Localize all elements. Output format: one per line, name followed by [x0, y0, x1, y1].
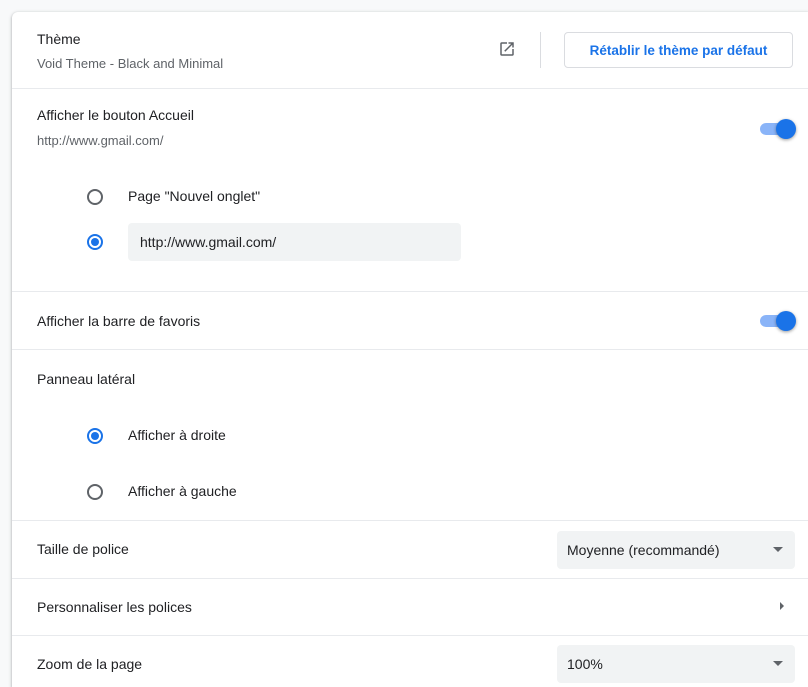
page-zoom-selected: 100%: [567, 656, 603, 672]
chevron-right-icon[interactable]: [780, 602, 784, 610]
font-size-label: Taille de police: [37, 541, 129, 557]
separator: [12, 578, 808, 579]
bookmarks-bar-label: Afficher la barre de favoris: [37, 313, 201, 329]
bookmarks-bar-toggle[interactable]: [756, 311, 796, 331]
home-button-toggle[interactable]: [756, 119, 796, 139]
radio-new-tab-page-label: Page "Nouvel onglet": [128, 188, 261, 204]
separator: [12, 349, 808, 350]
separator: [12, 88, 808, 89]
font-size-selected: Moyenne (recommandé): [567, 542, 720, 558]
radio-new-tab-page[interactable]: [87, 189, 103, 205]
home-button-label: Afficher le bouton Accueil: [37, 107, 194, 123]
separator: [12, 520, 808, 521]
page-zoom-select[interactable]: 100%: [557, 645, 795, 683]
radio-show-right-label: Afficher à droite: [128, 427, 226, 443]
toggle-knob: [776, 311, 796, 331]
vertical-divider: [540, 32, 541, 68]
radio-show-right[interactable]: [87, 428, 103, 444]
radio-show-left-label: Afficher à gauche: [128, 483, 237, 499]
side-panel-label: Panneau latéral: [37, 371, 136, 387]
reset-theme-button[interactable]: Rétablir le thème par défaut: [564, 32, 793, 68]
theme-value: Void Theme - Black and Minimal: [37, 56, 224, 71]
radio-custom-url[interactable]: [87, 234, 103, 250]
customize-fonts-label[interactable]: Personnaliser les polices: [37, 599, 192, 615]
separator: [12, 291, 808, 292]
appearance-settings-card: Thème Void Theme - Black and Minimal Rét…: [12, 12, 808, 687]
toggle-knob: [776, 119, 796, 139]
open-in-new-icon[interactable]: [498, 40, 516, 58]
page-zoom-label: Zoom de la page: [37, 656, 143, 672]
theme-label: Thème: [37, 31, 81, 47]
radio-show-left[interactable]: [87, 484, 103, 500]
home-url-input[interactable]: http://www.gmail.com/: [128, 223, 461, 261]
home-button-url: http://www.gmail.com/: [37, 133, 164, 148]
font-size-select[interactable]: Moyenne (recommandé): [557, 531, 795, 569]
separator: [12, 635, 808, 636]
dropdown-arrow-icon: [773, 661, 783, 666]
dropdown-arrow-icon: [773, 547, 783, 552]
